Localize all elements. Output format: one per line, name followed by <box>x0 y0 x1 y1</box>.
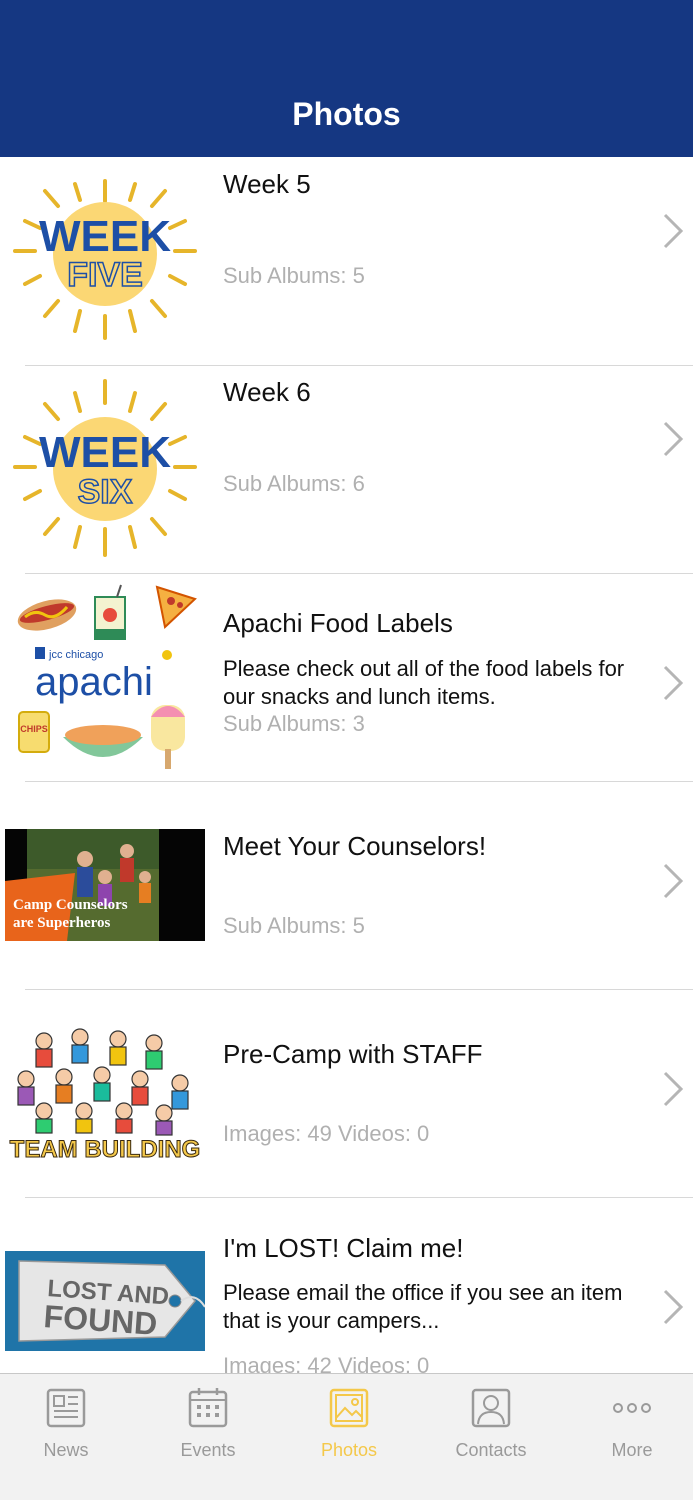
thumb-text: SIX <box>78 473 133 511</box>
thumb-text: are Superheros <box>13 915 111 931</box>
tab-label: Contacts <box>455 1440 527 1460</box>
contact-icon <box>471 1388 511 1428</box>
album-row-apachi-food-labels[interactable]: jcc chicago apachi CHIPS Apachi Food Lab… <box>0 573 693 782</box>
album-meta: Sub Albums: 6 <box>223 471 365 496</box>
tab-photos[interactable]: Photos <box>289 1374 409 1501</box>
album-description: Please email the office if you see an it… <box>223 1280 623 1333</box>
chevron-right-icon <box>663 863 684 899</box>
tab-contacts[interactable]: Contacts <box>431 1374 551 1501</box>
album-meta: Sub Albums: 3 <box>223 711 365 736</box>
newspaper-icon <box>46 1388 86 1428</box>
tab-events[interactable]: Events <box>148 1374 268 1501</box>
tab-label: News <box>43 1440 89 1460</box>
chevron-right-icon <box>663 421 684 457</box>
page-title: Photos <box>292 96 401 132</box>
album-description: Please check out all of the food labels … <box>223 656 625 709</box>
more-dots-icon <box>613 1403 651 1413</box>
album-title: Week 6 <box>223 377 311 407</box>
album-thumbnail: TEAM BUILDING <box>4 989 206 1197</box>
thumb-text: WEEK <box>39 212 171 261</box>
tab-label: Photos <box>320 1440 378 1460</box>
album-thumbnail: Camp Counselors are Superheros <box>4 781 206 989</box>
album-row-pre-camp-with-staff[interactable]: TEAM BUILDING Pre-Camp with STAFF Images… <box>0 989 693 1198</box>
album-title: Meet Your Counselors! <box>223 831 487 861</box>
chevron-right-icon <box>663 1071 684 1107</box>
album-meta: Sub Albums: 5 <box>223 263 365 288</box>
album-meta: Images: 49 Videos: 0 <box>223 1121 430 1146</box>
album-title: Pre-Camp with STAFF <box>223 1039 483 1069</box>
album-row-meet-your-counselors[interactable]: Camp Counselors are Superheros Meet Your… <box>0 781 693 990</box>
album-thumbnail: jcc chicago apachi CHIPS <box>4 573 206 781</box>
album-list[interactable]: WEEK FIVE Week 5 Sub Albums: 5 WEEK SIX … <box>0 157 693 1373</box>
tab-label: More <box>611 1440 653 1460</box>
album-row-week-5[interactable]: WEEK FIVE Week 5 Sub Albums: 5 <box>0 157 693 366</box>
tab-label: Events <box>180 1440 236 1460</box>
calendar-icon <box>188 1388 228 1428</box>
tab-more[interactable]: More <box>572 1374 692 1501</box>
album-row-week-6[interactable]: WEEK SIX Week 6 Sub Albums: 6 <box>0 365 693 574</box>
tab-bar: News Events Photos Contacts More <box>0 1373 693 1500</box>
chevron-right-icon <box>663 665 684 701</box>
thumb-text: WEEK <box>39 428 171 477</box>
thumb-text: CHIPS <box>20 724 48 734</box>
album-thumbnail: WEEK FIVE <box>4 157 206 365</box>
tab-news[interactable]: News <box>6 1374 126 1501</box>
album-row-im-lost-claim-me[interactable]: LOST AND FOUND I'm LOST! Claim me! Pleas… <box>0 1197 693 1373</box>
album-thumbnail: WEEK SIX <box>4 365 206 573</box>
thumb-text: TEAM BUILDING <box>10 1136 201 1163</box>
album-thumbnail: LOST AND FOUND <box>4 1197 206 1373</box>
album-title: Week 5 <box>223 169 311 199</box>
navigation-header: Photos <box>0 0 693 157</box>
thumb-text: FIVE <box>67 256 143 294</box>
chevron-right-icon <box>663 213 684 249</box>
photo-icon <box>329 1388 369 1428</box>
album-title: I'm LOST! Claim me! <box>223 1233 464 1263</box>
thumb-text: apachi <box>35 660 153 704</box>
album-meta: Images: 42 Videos: 0 <box>223 1353 430 1373</box>
album-meta: Sub Albums: 5 <box>223 913 365 938</box>
album-title: Apachi Food Labels <box>223 608 453 638</box>
thumb-text: Camp Counselors <box>13 897 128 913</box>
chevron-right-icon <box>663 1289 684 1325</box>
